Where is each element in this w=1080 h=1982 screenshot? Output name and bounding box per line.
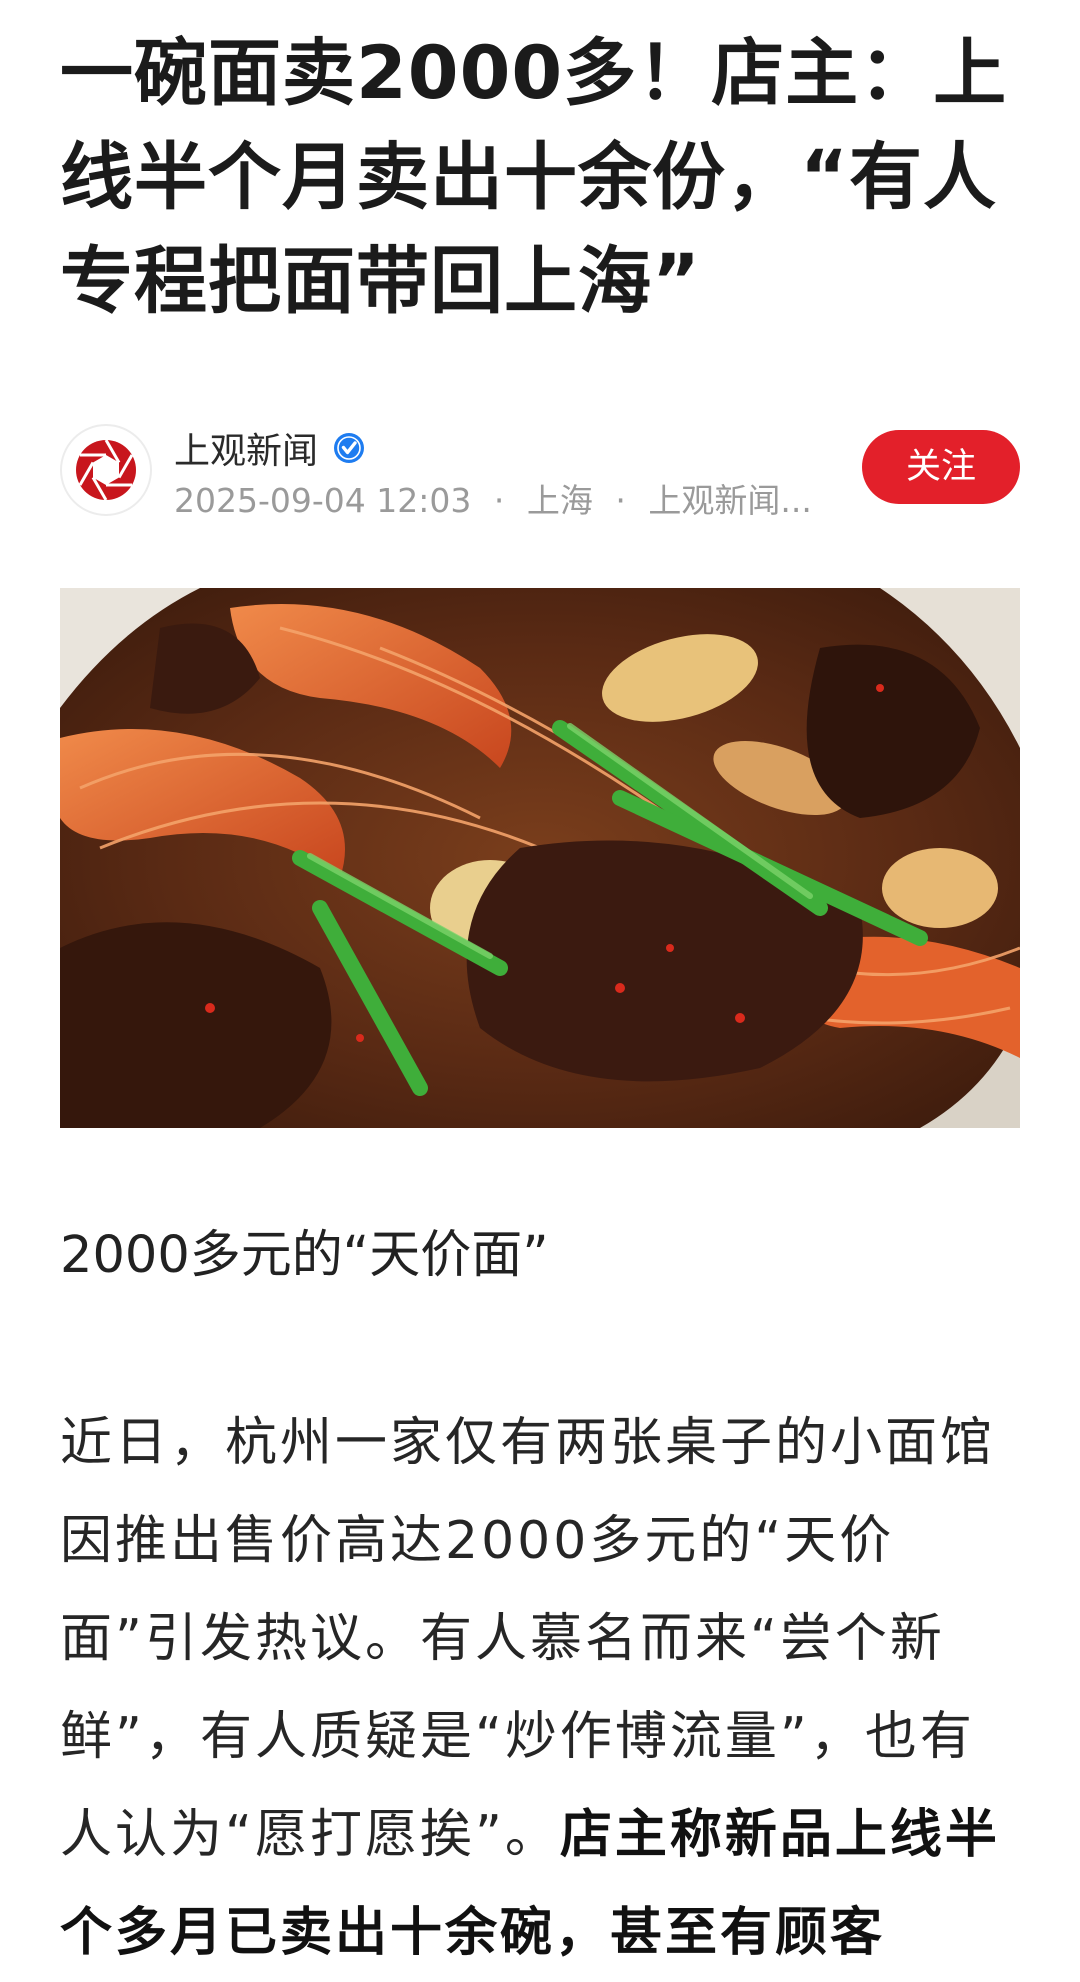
meta-separator: · xyxy=(615,481,626,520)
noodle-dish-photo xyxy=(60,588,1020,1128)
publish-date: 2025-09-04 12:03 xyxy=(174,481,472,520)
follow-button[interactable]: 关注 xyxy=(862,430,1020,504)
article-hero-image[interactable] xyxy=(60,588,1020,1128)
verified-check-icon xyxy=(334,433,365,463)
source-name[interactable]: 上观新闻 xyxy=(174,422,318,474)
source-avatar[interactable] xyxy=(60,424,152,516)
shutter-aperture-icon xyxy=(76,439,136,501)
article-body-paragraph: 近日，杭州一家仅有两张桌子的小面馆因推出售价高达2000多元的“天价面”引发热议… xyxy=(60,1394,1028,1982)
meta-separator: · xyxy=(493,481,505,520)
article-page: 一碗面卖2000多！店主：上线半个月卖出十余份，“有人专程把面带回上海” 上观新… xyxy=(0,0,1080,1963)
outlet-name: 上观新闻... xyxy=(648,481,812,520)
source-bar: 上观新闻 2025-09-04 12:03 · 上海 · 上观新闻... 关注 xyxy=(60,420,1020,520)
image-caption: 2000多元的“天价面” xyxy=(60,1226,549,1285)
article-body-text: 近日，杭州一家仅有两张桌子的小面馆因推出售价高达2000多元的“天价面”引发热议… xyxy=(60,1413,996,1865)
publish-location: 上海 xyxy=(526,481,593,520)
source-meta: 2025-09-04 12:03 · 上海 · 上观新闻... xyxy=(174,474,812,522)
source-name-line: 上观新闻 xyxy=(174,422,366,474)
article-headline: 一碗面卖2000多！店主：上线半个月卖出十余份，“有人专程把面带回上海” xyxy=(60,31,1008,324)
